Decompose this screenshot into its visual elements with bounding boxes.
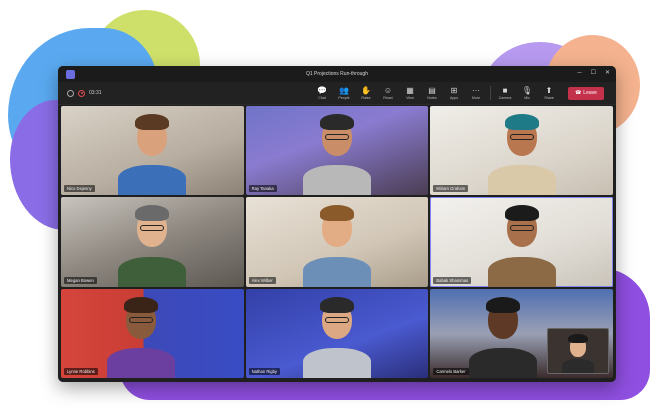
react-button[interactable]: ☺ React [377, 86, 399, 100]
close-icon[interactable]: ✕ [605, 69, 610, 78]
toolbar-button-label: More [471, 96, 481, 100]
more-button[interactable]: ··· More [465, 86, 487, 100]
meeting-status: 03:31 [67, 89, 102, 97]
recording-icon [78, 89, 85, 97]
video-grid: Nico Dejesny Ray Tanaka Miriam Graham Megan… [61, 106, 613, 378]
grid-icon: ▦ [406, 86, 414, 95]
more-icon: ··· [472, 86, 480, 95]
participant-name: Babak Shammas [433, 276, 472, 284]
camera-icon: ■ [502, 86, 508, 95]
toolbar-button-label: Mic [524, 96, 530, 100]
toolbar-button-label: Raise [361, 96, 371, 100]
notes-button[interactable]: ▤ Notes [421, 86, 443, 100]
participant-name: Megan Bowen [64, 276, 97, 284]
share-icon: ⬆ [545, 86, 553, 95]
toolbar-button-label: View [406, 96, 414, 100]
toolbar-button-label: Share [544, 96, 554, 100]
toolbar-button-label: React [383, 96, 393, 100]
chat-button[interactable]: 💬 Chat [311, 86, 333, 100]
participant-name: Miriam Graham [433, 185, 469, 193]
leave-label: Leave [583, 90, 597, 96]
maximize-icon[interactable]: ☐ [591, 69, 596, 78]
toolbar-button-label: Camera [498, 96, 512, 100]
participant-tile[interactable]: Alex Wilber [245, 197, 429, 287]
participant-name: Alex Wilber [248, 276, 276, 284]
participant-tile[interactable]: Miriam Graham [430, 106, 613, 196]
participant-tile[interactable]: Nathan Rigby [245, 288, 429, 378]
hand-icon: ✋ [361, 86, 371, 95]
participant-tile[interactable]: Megan Bowen [61, 197, 244, 287]
notes-icon: ▤ [428, 86, 436, 95]
participant-tile[interactable]: Nico Dejesny [61, 106, 244, 196]
participant-tile[interactable]: Lynne Robbins [61, 288, 244, 378]
window-title: Q1 Projections Run-through [306, 71, 368, 77]
view-button[interactable]: ▦ View [399, 86, 421, 100]
apps-icon: ⊞ [450, 86, 458, 95]
toolbar-button-label: Chat [318, 96, 326, 100]
meeting-window: Q1 Projections Run-through ─ ☐ ✕ 03:31 💬… [58, 66, 616, 382]
meeting-toolbar: 03:31 💬 Chat 👥 People ✋ Raise ☺ React ▦ View ▤ Note… [58, 82, 616, 105]
share-button[interactable]: ⬆ Share [538, 86, 560, 100]
participant-tile[interactable]: Carmelo Barker [430, 288, 613, 378]
people-icon: 👥 [339, 86, 349, 95]
camera-button[interactable]: ■ Camera [494, 86, 516, 100]
shield-icon [67, 89, 74, 97]
self-view-preview[interactable] [547, 328, 609, 374]
minimize-icon[interactable]: ─ [577, 69, 581, 78]
leave-button[interactable]: ☎ Leave [568, 86, 604, 100]
title-bar: Q1 Projections Run-through ─ ☐ ✕ [58, 66, 616, 82]
toolbar-actions: 💬 Chat 👥 People ✋ Raise ☺ React ▦ View ▤ Notes ⊞ Apps… [311, 82, 604, 104]
participant-name: Nico Dejesny [64, 185, 95, 193]
chat-icon: 💬 [317, 86, 327, 95]
meeting-timer: 03:31 [89, 90, 102, 96]
toolbar-button-label: Notes [427, 96, 437, 100]
participant-name: Lynne Robbins [64, 368, 98, 375]
raise-button[interactable]: ✋ Raise [355, 86, 377, 100]
mic-icon: 🎙 [521, 86, 533, 95]
toolbar-button-label: People [338, 96, 350, 100]
participant-name: Carmelo Barker [433, 368, 469, 375]
participant-tile[interactable]: Ray Tanaka [245, 106, 429, 196]
toolbar-button-label: Apps [449, 96, 459, 100]
participant-name: Ray Tanaka [248, 185, 277, 193]
phone-hangup-icon: ☎ [575, 90, 582, 96]
window-controls: ─ ☐ ✕ [577, 69, 610, 78]
participant-name: Nathan Rigby [248, 368, 281, 375]
people-button[interactable]: 👥 People [333, 86, 355, 100]
mic-button[interactable]: 🎙 Mic [516, 86, 538, 100]
participant-tile[interactable]: Babak Shammas [430, 197, 613, 287]
toolbar-divider [490, 86, 491, 100]
apps-button[interactable]: ⊞ Apps [443, 86, 465, 100]
smile-icon: ☺ [383, 86, 393, 95]
